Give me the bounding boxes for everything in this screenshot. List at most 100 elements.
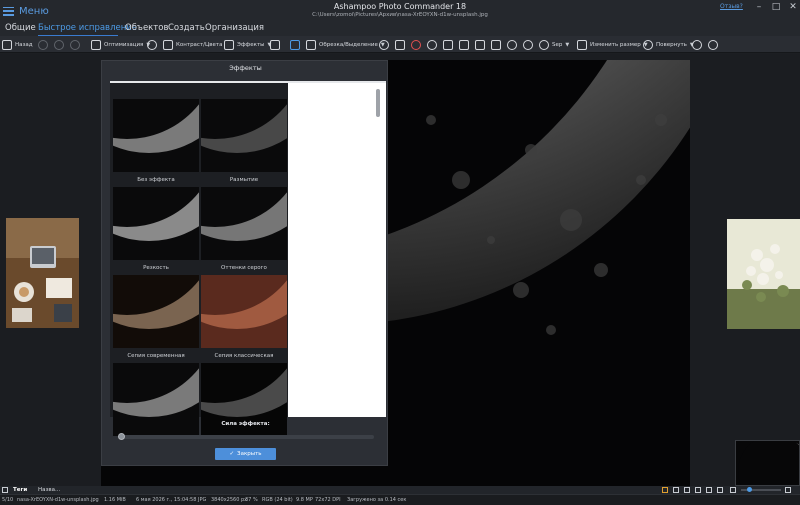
app-title: Ashampoo Photo Commander 18 xyxy=(333,2,467,11)
tab-quick-fix[interactable]: Быстрое исправление xyxy=(38,23,137,33)
contrast-colors-button[interactable]: Контраст/Цвета xyxy=(163,38,222,51)
status-index: 5/10 xyxy=(2,497,14,503)
zoom-out-icon[interactable] xyxy=(730,487,736,493)
sepia-icon xyxy=(539,39,549,50)
sliders-icon xyxy=(163,39,173,50)
red-eye-icon xyxy=(411,39,421,50)
eraser-button[interactable] xyxy=(443,38,453,51)
target-button[interactable] xyxy=(523,38,533,51)
thumbnail-zoom-handle[interactable] xyxy=(747,487,752,492)
redo-icon xyxy=(70,39,80,50)
list-view-icon[interactable] xyxy=(684,487,690,493)
contrast-toggle[interactable] xyxy=(147,38,157,51)
effects-scrollbar[interactable] xyxy=(376,89,380,117)
undo-all-icon xyxy=(54,39,64,50)
effect-tile[interactable] xyxy=(113,275,199,348)
shape-button[interactable] xyxy=(395,38,405,51)
effect-tile[interactable] xyxy=(113,99,199,172)
tab-names[interactable]: Назва... xyxy=(38,486,60,494)
effect-tile[interactable] xyxy=(113,187,199,260)
rotate-left-button[interactable] xyxy=(692,38,702,51)
optimize-button[interactable]: Оптимизация ▼ xyxy=(91,38,150,51)
resize-icon xyxy=(577,39,587,50)
home-icon xyxy=(2,39,12,50)
compare-icon[interactable] xyxy=(695,487,701,493)
file-path: C:\Users\zomoi\Pictures\Архив\nasa-XrEOY… xyxy=(312,12,488,18)
status-zoom: 37 % xyxy=(245,497,258,503)
star-icon[interactable] xyxy=(662,487,668,493)
crop-label: Обрезка/Выделение xyxy=(319,41,378,48)
effect-preview-image xyxy=(201,275,287,348)
fullscreen-icon[interactable] xyxy=(706,487,712,493)
close-effects-button[interactable]: ✓ Закрыть xyxy=(215,448,276,460)
tab-organize[interactable]: Организация xyxy=(205,23,264,33)
red-eye-button[interactable] xyxy=(411,38,421,51)
close-effects-label: Закрыть xyxy=(237,451,262,457)
face-icon xyxy=(507,39,517,50)
feedback-link[interactable]: Отзыв? xyxy=(720,3,743,10)
title-bar: Меню Ashampoo Photo Commander 18 C:\User… xyxy=(0,0,800,22)
rotate-button[interactable]: Повернуть ▼ xyxy=(643,38,694,51)
rotate-left-icon xyxy=(692,39,702,50)
pen-button[interactable] xyxy=(491,38,501,51)
lasso-icon xyxy=(379,39,389,50)
sep-label: Sep xyxy=(552,41,563,48)
hand-tool-button[interactable] xyxy=(290,38,300,51)
crop-selection-button[interactable]: Обрезка/Выделение ▼ xyxy=(306,38,385,51)
effect-strength-slider[interactable] xyxy=(118,433,374,440)
slider-handle[interactable] xyxy=(118,433,125,440)
effect-preview-image xyxy=(113,99,199,172)
effects-icon xyxy=(224,39,234,50)
redo-button[interactable] xyxy=(70,38,80,51)
eraser-icon xyxy=(443,39,453,50)
lasso-button[interactable] xyxy=(379,38,389,51)
status-megapixels: 9.8 MP xyxy=(296,497,313,503)
navigator-preview[interactable] xyxy=(735,440,800,486)
minimize-icon[interactable]: – xyxy=(754,2,764,12)
effect-strength-label: Сила эффекта: xyxy=(221,421,270,427)
effect-tile-label: Без эффекта xyxy=(137,177,175,183)
stamp-button[interactable] xyxy=(475,38,485,51)
panel-toggle-icon[interactable] xyxy=(2,487,8,493)
next-image-thumbnail[interactable] xyxy=(727,219,800,329)
grid-view-icon[interactable] xyxy=(673,487,679,493)
effects-list[interactable]: Без эффекта Размытие Резкость Оттенки серог… xyxy=(110,81,386,436)
info-icon[interactable] xyxy=(717,487,723,493)
shape-icon xyxy=(395,39,405,50)
effects-button[interactable]: Эффекты ▼ xyxy=(224,38,271,51)
effects-panel: Эффекты Без эффекта Размытие Резкость Оттен… xyxy=(101,60,388,466)
sepia-button[interactable]: Sep ▼ xyxy=(539,38,569,51)
bandage-icon xyxy=(427,39,437,50)
undo-button[interactable] xyxy=(38,38,48,51)
rotate-right-icon xyxy=(708,39,718,50)
zoom-in-icon[interactable] xyxy=(785,487,791,493)
effects-label: Эффекты xyxy=(237,41,265,48)
bandage-button[interactable] xyxy=(427,38,437,51)
effect-preview-image xyxy=(113,275,199,348)
maximize-icon[interactable]: □ xyxy=(771,2,781,12)
crop-icon xyxy=(306,39,316,50)
tab-create[interactable]: Создать xyxy=(168,23,205,33)
resize-label: Изменить размер xyxy=(590,41,641,48)
retouch-button[interactable] xyxy=(270,38,280,51)
tab-general[interactable]: Общие xyxy=(5,23,36,33)
back-button[interactable]: Назад xyxy=(2,38,33,51)
hand-icon xyxy=(290,39,300,50)
tab-tags[interactable]: Теги xyxy=(13,486,27,494)
status-format: JPG xyxy=(198,497,207,503)
effect-tile[interactable] xyxy=(201,187,287,260)
effect-tile[interactable] xyxy=(201,275,287,348)
previous-image-thumbnail[interactable] xyxy=(6,218,79,328)
rotate-right-button[interactable] xyxy=(708,38,718,51)
sparkle-icon xyxy=(270,39,280,50)
close-icon[interactable]: ✕ xyxy=(788,2,798,12)
status-bar: 5/10 nasa-XrEOYXN-d1w-unsplash.jpg 1.16 … xyxy=(0,494,800,505)
tab-objects[interactable]: Объектов xyxy=(125,23,168,33)
resize-button[interactable]: Изменить размер ▼ xyxy=(577,38,648,51)
toolbar: Назад Оптимизация ▼ Контраст/Цвета Эффек… xyxy=(0,36,800,53)
undo-all-button[interactable] xyxy=(54,38,64,51)
effect-tile-label: Оттенки серого xyxy=(221,265,267,271)
face-button[interactable] xyxy=(507,38,517,51)
effect-tile[interactable] xyxy=(201,99,287,172)
fill-button[interactable] xyxy=(459,38,469,51)
